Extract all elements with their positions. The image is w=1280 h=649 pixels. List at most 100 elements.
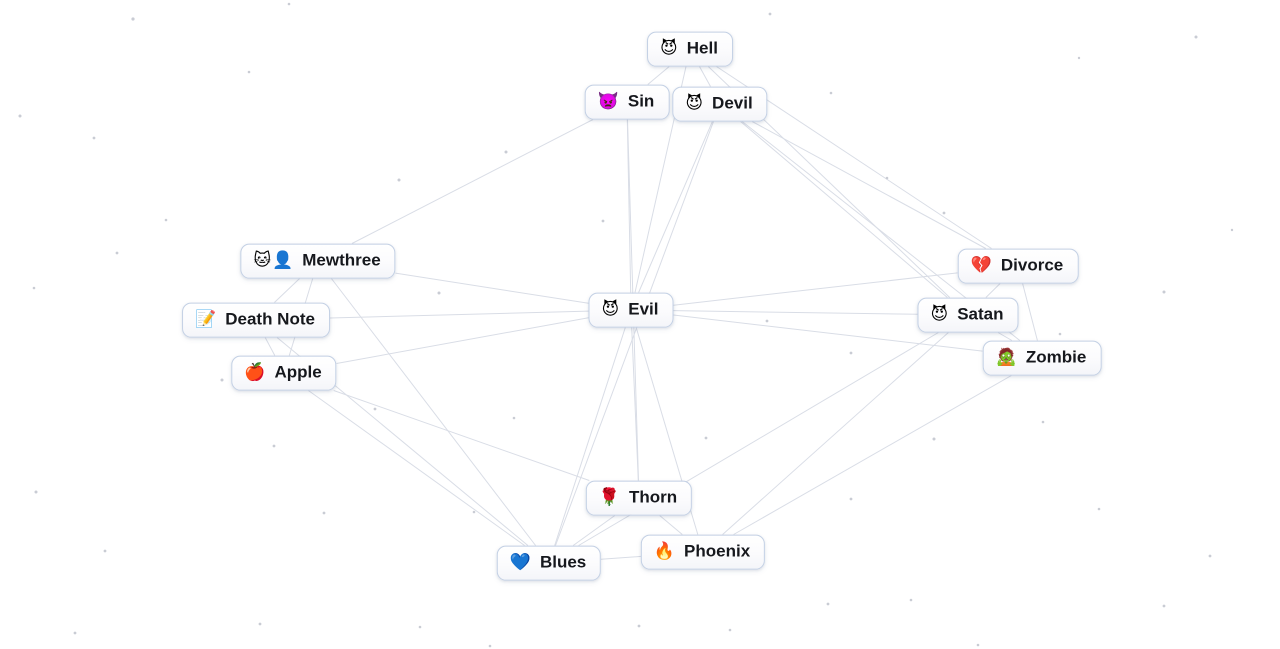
graph-edge (751, 121, 987, 249)
graph-node-label: Hell (686, 38, 718, 58)
background-particle (373, 407, 377, 411)
background-particle (472, 510, 476, 514)
graph-edge (722, 332, 949, 535)
satan-emoji-icon: 😈 (930, 304, 950, 325)
graph-node-devil[interactable]: 😈 Devil (672, 86, 768, 122)
apple-emoji-icon: 🍎 (244, 362, 267, 383)
background-particle (287, 2, 291, 6)
graph-edge (673, 272, 958, 306)
graph-node-thorn[interactable]: 🌹 Thorn (585, 480, 693, 516)
phoenix-emoji-icon: 🔥 (653, 541, 677, 562)
graph-node-sin[interactable]: 👿 Sin (584, 84, 670, 120)
background-particle (34, 490, 38, 494)
graph-node-apple[interactable]: 🍎 Apple (231, 355, 337, 391)
divorce-emoji-icon: 💔 (970, 255, 993, 276)
background-particle (115, 251, 119, 255)
graph-edge (631, 327, 639, 481)
hell-emoji-icon: 😈 (660, 38, 679, 59)
graph-edge (997, 332, 1013, 341)
background-particle (849, 497, 853, 501)
background-particle (1162, 290, 1166, 294)
background-particle (728, 628, 732, 632)
background-particle (418, 625, 422, 629)
graph-edge (740, 121, 948, 298)
background-particle (164, 218, 168, 222)
background-particle (849, 351, 853, 355)
graph-node-evil[interactable]: 😈 Evil (588, 292, 674, 328)
background-particle (909, 598, 913, 602)
graph-node-phoenix[interactable]: 🔥 Phoenix (640, 534, 766, 570)
graph-edge (1022, 283, 1038, 341)
graph-node-label: Thorn (629, 487, 678, 507)
graph-edge (626, 119, 632, 293)
background-particle (258, 622, 262, 626)
graph-edge (333, 390, 590, 481)
background-particle (18, 114, 22, 118)
background-particle (131, 17, 135, 21)
graph-node-mewthree[interactable]: 🐱👤 Mewthree (240, 243, 396, 279)
graph-edge (395, 272, 589, 304)
graph-node-label: Mewthree (302, 250, 381, 270)
devil-emoji-icon: 😈 (685, 93, 705, 114)
background-particle (73, 631, 77, 635)
background-particle (1097, 507, 1101, 511)
thorn-emoji-icon: 🌹 (598, 487, 622, 508)
background-particle (1208, 554, 1212, 558)
graph-edge (336, 317, 589, 364)
graph-edge (985, 283, 1001, 298)
graph-node-label: Death Note (225, 309, 315, 329)
graph-node-hell[interactable]: 😈 Hell (647, 31, 733, 67)
blues-emoji-icon: 💙 (509, 552, 532, 573)
graph-node-blues[interactable]: 💙 Blues (496, 545, 602, 581)
graph-edge (673, 310, 918, 315)
graph-node-divorce[interactable]: 💔 Divorce (957, 248, 1079, 284)
evil-emoji-icon: 😈 (601, 299, 621, 320)
background-particle (1162, 604, 1166, 608)
graph-node-label: Phoenix (684, 541, 751, 561)
graph-edge (600, 555, 642, 560)
graph-edge (733, 375, 1012, 535)
background-particle (1194, 35, 1198, 39)
graph-edge (274, 278, 300, 303)
graph-edge (699, 66, 711, 87)
graph-edge (659, 515, 683, 535)
background-particle (488, 644, 492, 648)
background-particle (885, 176, 889, 180)
background-particle (512, 416, 516, 420)
graph-edge (331, 278, 536, 546)
graph-node-label: Sin (627, 91, 655, 111)
graph-node-label: Apple (274, 362, 322, 382)
background-particle (272, 444, 276, 448)
background-particle (637, 624, 641, 628)
background-particle (247, 70, 251, 74)
background-particle (601, 219, 605, 223)
graph-edge (329, 310, 589, 319)
sin-emoji-icon: 👿 (597, 91, 620, 112)
background-particle (220, 378, 224, 382)
graph-edge (638, 121, 713, 293)
graph-node-label: Zombie (1025, 347, 1087, 367)
graph-edge (351, 119, 594, 244)
background-particle (504, 150, 508, 154)
background-particle (829, 91, 833, 95)
graph-node-satan[interactable]: 😈 Satan (917, 297, 1019, 333)
graph-canvas[interactable]: 😈 Hell 👿 Sin 😈 Devil 🐱👤 Mewthree 📝 Death Note 🍎 App… (0, 0, 1280, 649)
background-particle (976, 643, 980, 647)
graph-node-label: Blues (539, 552, 587, 572)
background-particle (1058, 332, 1062, 336)
background-particle (1041, 420, 1045, 424)
graph-node-label: Divorce (1000, 255, 1064, 275)
graph-edge (572, 515, 616, 546)
death-note-emoji-icon: 📝 (195, 309, 218, 330)
background-particle (397, 178, 401, 182)
background-particle (103, 549, 107, 553)
graph-node-death-note[interactable]: 📝 Death Note (182, 302, 330, 338)
background-particle (768, 12, 772, 16)
background-particle (932, 437, 936, 441)
background-particle (765, 319, 769, 323)
graph-node-zombie[interactable]: 🧟 Zombie (982, 340, 1102, 376)
background-particle (322, 511, 326, 515)
graph-edge (308, 390, 525, 546)
mewthree-emoji-icon: 🐱👤 (253, 250, 295, 271)
graph-edge (264, 337, 276, 356)
